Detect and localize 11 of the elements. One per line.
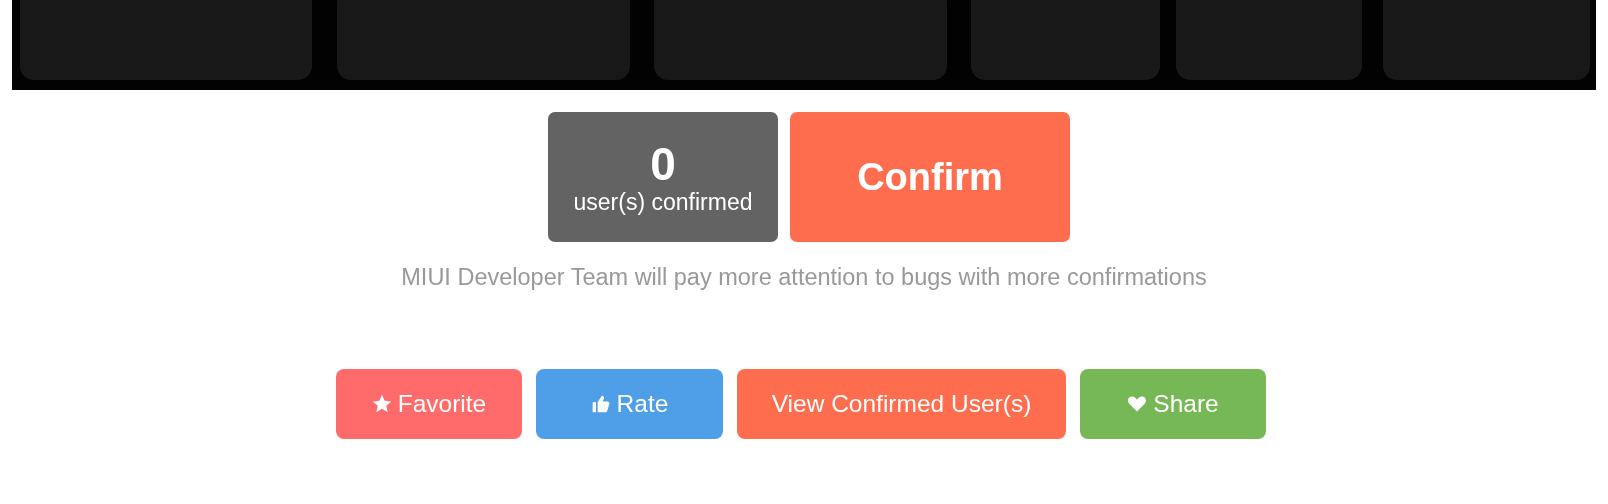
heart-icon: [1127, 394, 1148, 414]
count-label: user(s) confirmed: [573, 189, 753, 215]
star-icon: [371, 394, 392, 414]
confirmation-note: MIUI Developer Team will pay more attention to bugs with more confirmations: [401, 264, 1207, 291]
action-button[interactable]: Rate: [536, 369, 723, 439]
confirm-count: 0: [650, 139, 676, 189]
action-button[interactable]: View Confirmed User(s): [737, 369, 1066, 439]
action-button[interactable]: Favorite: [336, 369, 522, 439]
confirm-button[interactable]: Confirm: [790, 112, 1070, 242]
action-button[interactable]: Share: [1080, 369, 1266, 439]
thumbs-up-icon: [590, 394, 611, 414]
